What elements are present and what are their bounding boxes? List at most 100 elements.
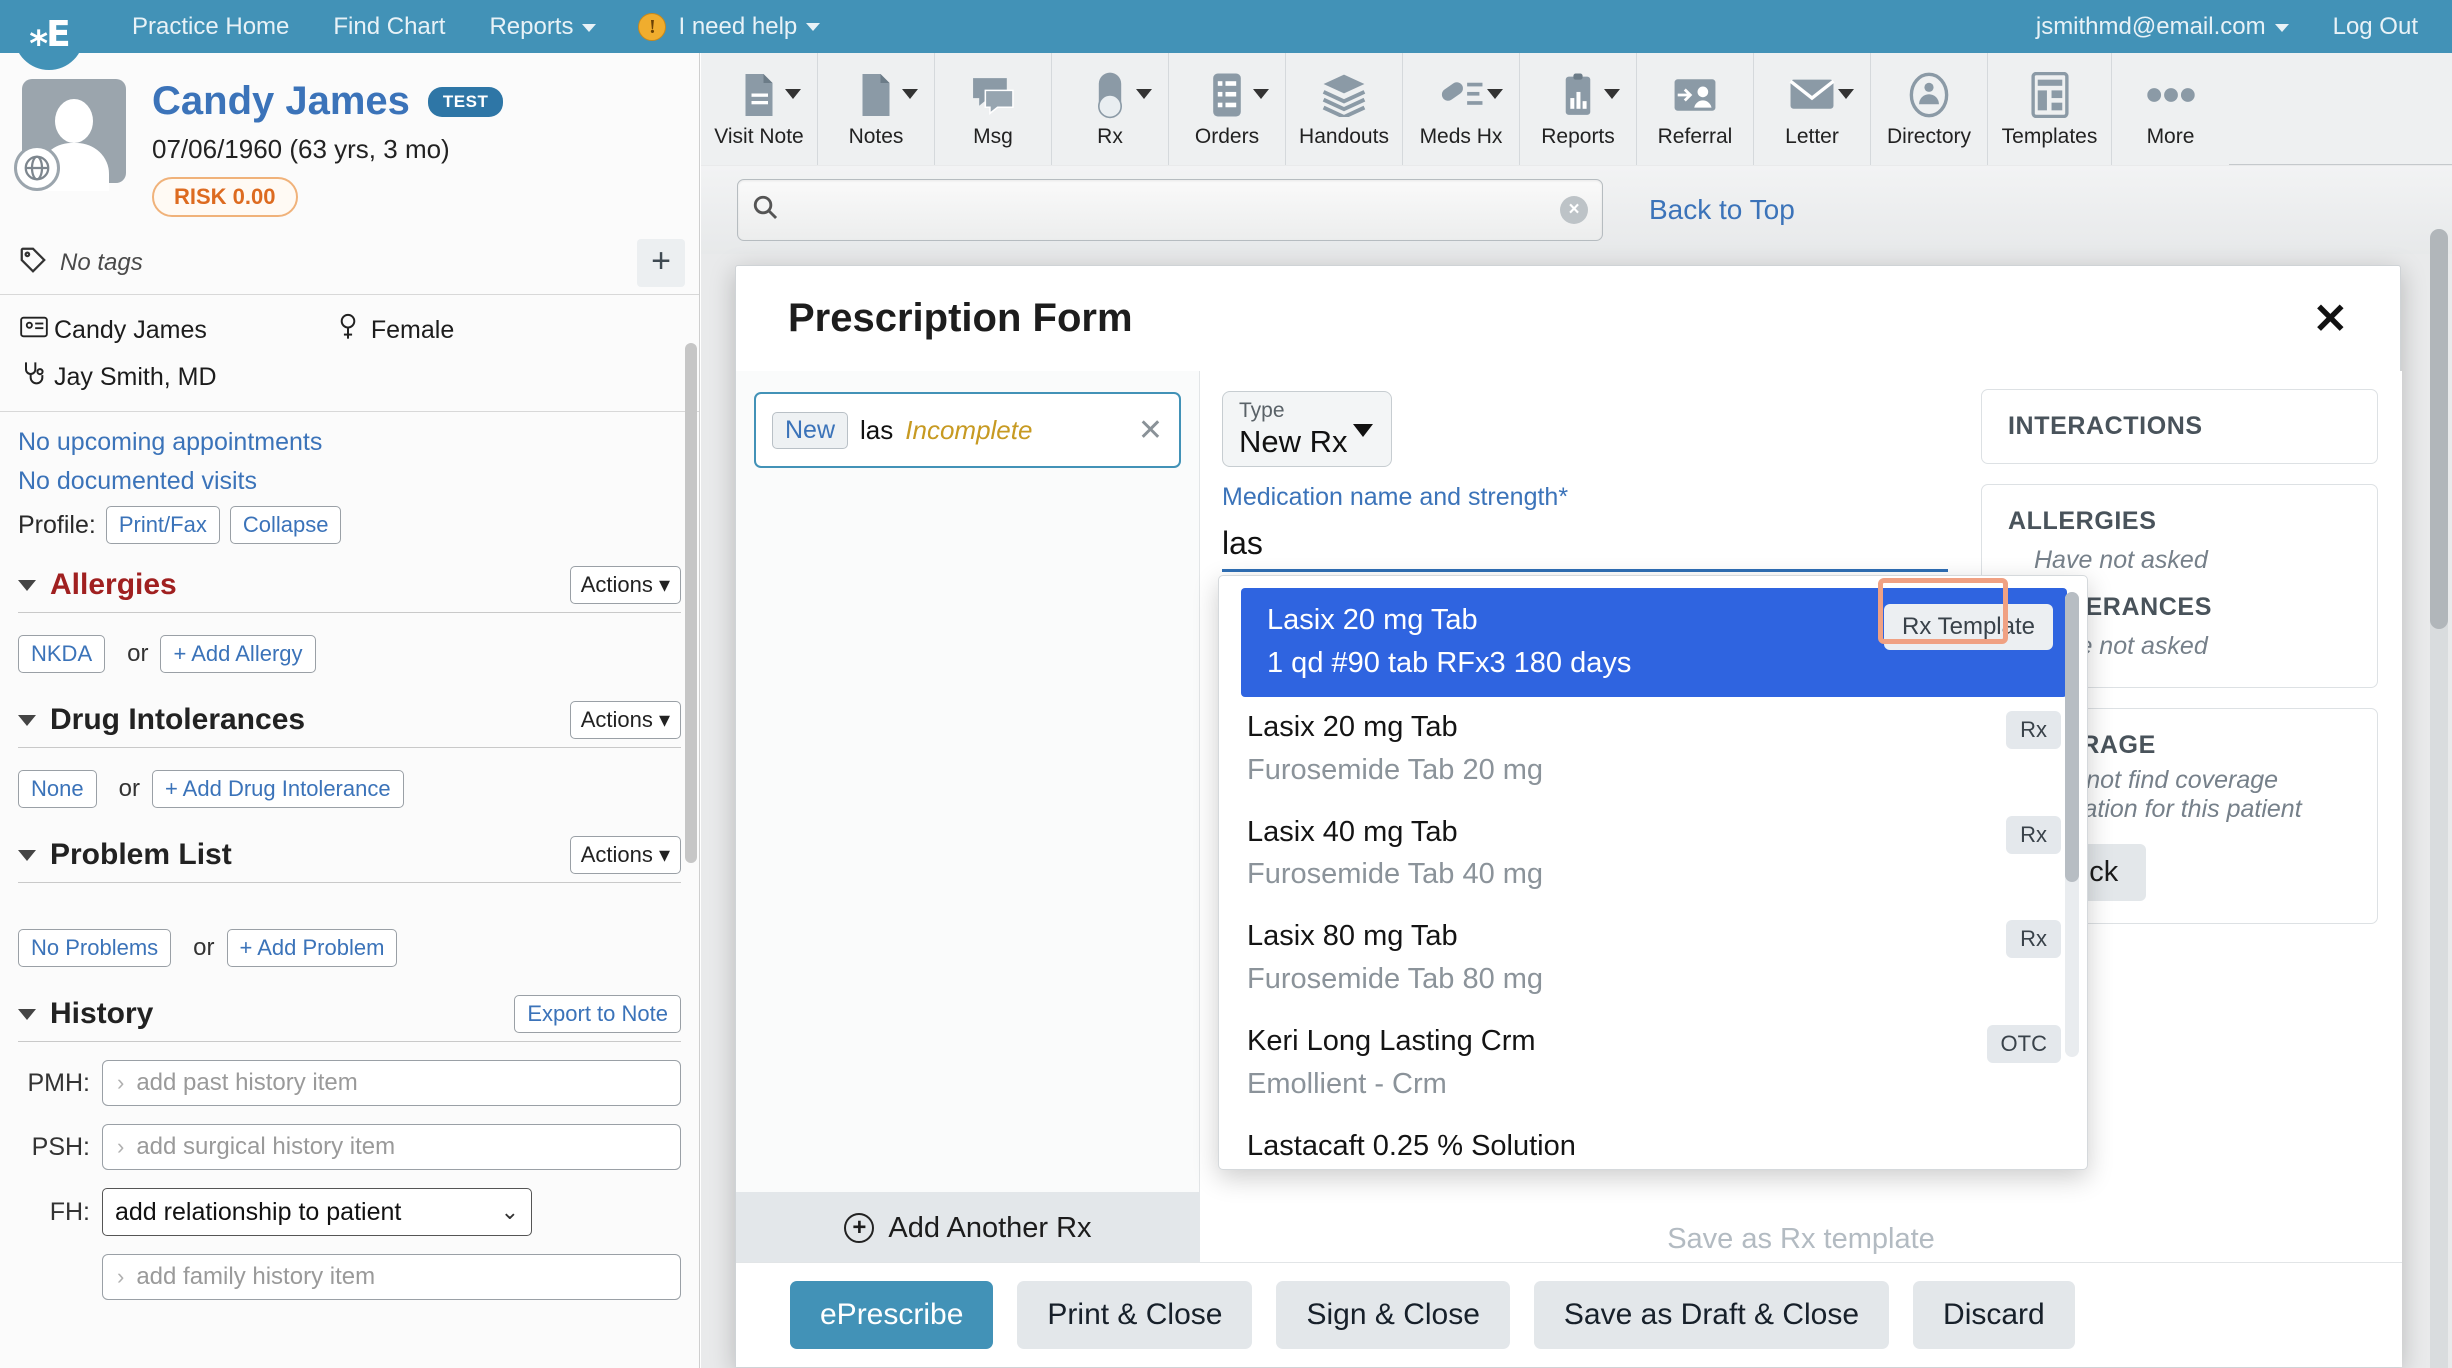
rx-type-label: Type	[1239, 399, 1285, 422]
clipboard-chart-icon	[1562, 67, 1594, 123]
clear-search-button[interactable]: ×	[1560, 196, 1588, 224]
allergies-actions-button[interactable]: Actions ▾	[569, 566, 681, 604]
print-and-close-button[interactable]: Print & Close	[1017, 1281, 1253, 1349]
tags-label: No tags	[60, 248, 143, 276]
envelope-icon	[1789, 67, 1835, 123]
emr-logo-icon[interactable]: ⁎E	[14, 0, 84, 70]
dropdown-item-3[interactable]: Lasix 80 mg Tab Furosemide Tab 80 mg Rx	[1219, 906, 2087, 1011]
rx-type-select[interactable]: Type New Rx	[1222, 391, 1392, 467]
remove-rx-icon[interactable]: ✕	[1138, 413, 1163, 448]
rx-list-column: New las Incomplete ✕ + Add Another Rx	[736, 371, 1200, 1264]
close-icon[interactable]: ✕	[2313, 297, 2348, 340]
none-button[interactable]: None	[18, 770, 97, 808]
toolbar-item-directory[interactable]: Directory	[1871, 53, 1988, 165]
chevron-down-icon[interactable]	[18, 714, 36, 726]
page-title[interactable]: Candy James	[152, 79, 410, 124]
save-as-rx-template-link[interactable]: Save as Rx template	[1200, 1223, 2402, 1256]
no-problems-button[interactable]: No Problems	[18, 929, 172, 967]
stack-icon	[1320, 67, 1368, 123]
search-input[interactable]: ×	[737, 179, 1603, 241]
eprescribe-button[interactable]: ePrescribe	[790, 1281, 994, 1349]
dropdown-item-name: Keri Long Lasting Crm	[1247, 1025, 1536, 1058]
back-to-top-link[interactable]: Back to Top	[1649, 194, 1795, 226]
patient-meta: Candy James Female Jay Smith, MD	[0, 295, 699, 412]
page-scrollbar-thumb[interactable]	[2430, 229, 2448, 629]
directory-people-icon	[1908, 67, 1950, 123]
toolbar-item-letter[interactable]: Letter	[1754, 53, 1871, 165]
document-lines-icon	[741, 67, 777, 123]
chevron-down-icon	[1838, 89, 1854, 99]
modal-title: Prescription Form	[788, 296, 1133, 340]
toolbar-label: Meds Hx	[1419, 125, 1503, 148]
tags-row: No tags +	[0, 231, 699, 295]
chevron-right-icon: ›	[117, 1070, 125, 1095]
allergies-section-header: Allergies Actions ▾	[18, 566, 681, 613]
save-as-draft-and-close-button[interactable]: Save as Draft & Close	[1533, 1281, 1890, 1349]
dropdown-item-2[interactable]: Lasix 40 mg Tab Furosemide Tab 40 mg Rx	[1219, 802, 2087, 907]
chevron-down-icon[interactable]	[18, 849, 36, 861]
toolbar-item-referral[interactable]: Referral	[1637, 53, 1754, 165]
user-account-menu[interactable]: jsmithmd@email.com	[2014, 0, 2311, 53]
chevron-down-icon[interactable]	[18, 579, 36, 591]
toolbar-item-more[interactable]: More	[2112, 53, 2229, 165]
rx-chip-text: las	[860, 414, 894, 445]
allergies-card-status: Have not asked	[2034, 546, 2208, 574]
toolbar-item-msg[interactable]: Msg	[935, 53, 1052, 165]
app-root: Practice Home Find Chart Reports ! I nee…	[0, 0, 2452, 1368]
dropdown-item-1[interactable]: Lasix 20 mg Tab Furosemide Tab 20 mg Rx	[1219, 697, 2087, 802]
medication-field-label: Medication name and strength*	[1222, 483, 1569, 511]
fh-relationship-select[interactable]: add relationship to patient ⌄	[102, 1188, 532, 1236]
search-row: × Back to Top	[701, 166, 2452, 254]
print-fax-button[interactable]: Print/Fax	[105, 506, 220, 544]
dropdown-item-4[interactable]: Keri Long Lasting Crm Emollient - Crm OT…	[1219, 1011, 2087, 1116]
upcoming-appointments-link[interactable]: No upcoming appointments	[18, 428, 679, 457]
dropdown-scrollbar-thumb[interactable]	[2065, 592, 2079, 882]
pmh-input[interactable]: › add past history item	[102, 1060, 681, 1106]
toolbar-item-reports[interactable]: Reports	[1520, 53, 1637, 165]
i-need-help-menu[interactable]: ! I need help	[618, 0, 840, 53]
add-tag-button[interactable]: +	[637, 238, 685, 287]
rx-template-badge[interactable]: Rx Template	[1884, 604, 2053, 650]
id-card-icon	[20, 316, 54, 345]
collapse-button[interactable]: Collapse	[229, 506, 342, 544]
toolbar-item-rx[interactable]: Rx	[1052, 53, 1169, 165]
history-section-header: History Export to Note	[18, 995, 681, 1042]
medication-name-input[interactable]	[1222, 512, 1948, 572]
toolbar-item-orders[interactable]: Orders	[1169, 53, 1286, 165]
documented-visits-link[interactable]: No documented visits	[18, 467, 679, 496]
add-allergy-button[interactable]: + Add Allergy	[160, 635, 316, 673]
nav-item-reports[interactable]: Reports	[467, 0, 618, 53]
add-another-rx-button[interactable]: + Add Another Rx	[736, 1192, 1200, 1264]
toolbar-item-meds-hx[interactable]: Meds Hx	[1403, 53, 1520, 165]
drug-intolerances-actions-button[interactable]: Actions ▾	[569, 701, 681, 739]
psh-input[interactable]: › add surgical history item	[102, 1124, 681, 1170]
nav-item-practice-home[interactable]: Practice Home	[110, 0, 311, 53]
dropdown-item-names: Lasix 80 mg Tab Furosemide Tab 80 mg	[1247, 918, 1994, 999]
dropdown-item-0[interactable]: Lasix 20 mg Tab 1 qd #90 tab RFx3 180 da…	[1241, 588, 2067, 697]
export-to-note-button[interactable]: Export to Note	[514, 995, 681, 1033]
toolbar-item-handouts[interactable]: Handouts	[1286, 53, 1403, 165]
discard-button[interactable]: Discard	[1913, 1281, 2075, 1349]
add-problem-button[interactable]: + Add Problem	[226, 929, 398, 967]
problem-list-actions-button[interactable]: Actions ▾	[569, 836, 681, 874]
rx-badge: Rx	[2006, 815, 2061, 854]
dropdown-item-5[interactable]: Lastacaft 0.25 % Solution Alcaftadine Op…	[1219, 1116, 2087, 1169]
toolbar-item-templates[interactable]: Templates	[1988, 53, 2112, 165]
chevron-down-icon	[1487, 89, 1503, 99]
nkda-button[interactable]: NKDA	[18, 635, 106, 673]
chevron-down-icon	[785, 89, 801, 99]
add-drug-intolerance-button[interactable]: + Add Drug Intolerance	[151, 770, 404, 808]
toolbar-item-visit-note[interactable]: Visit Note	[701, 53, 818, 165]
fh-item-input[interactable]: › add family history item	[102, 1254, 681, 1300]
sidebar-scrollbar[interactable]	[685, 343, 697, 863]
chevron-down-icon[interactable]	[18, 1008, 36, 1020]
pill-list-icon	[1438, 67, 1484, 123]
patient-sidebar: Candy James TEST 07/06/1960 (63 yrs, 3 m…	[0, 53, 700, 1368]
profile-label: Profile:	[18, 510, 96, 539]
nav-item-find-chart[interactable]: Find Chart	[311, 0, 467, 53]
rx-list-item[interactable]: New las Incomplete ✕	[754, 392, 1181, 468]
sign-and-close-button[interactable]: Sign & Close	[1276, 1281, 1510, 1349]
toolbar-item-notes[interactable]: Notes	[818, 53, 935, 165]
patient-dob: 07/06/1960 (63 yrs, 3 mo)	[152, 134, 450, 164]
logout-button[interactable]: Log Out	[2311, 0, 2452, 53]
